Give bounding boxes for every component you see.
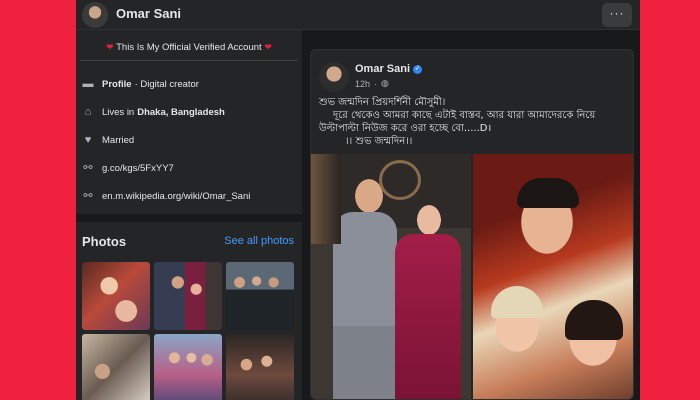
- post-text-line: শুভ জন্মদিন প্রিয়দর্শিনী মৌসুমী।: [319, 97, 446, 108]
- globe-icon: ◍: [381, 78, 389, 88]
- photo-detail: [517, 178, 579, 208]
- post-author-avatar[interactable]: [319, 62, 349, 92]
- post-text: শুভ জন্মদিন প্রিয়দর্শিনী মৌসুমী। দূরে থ…: [319, 96, 627, 148]
- photo-thumbnail[interactable]: [82, 334, 150, 400]
- intro-item-text: · Digital creator: [134, 78, 199, 90]
- post-photo-couple[interactable]: [311, 154, 471, 399]
- more-options-button[interactable]: ···: [602, 3, 632, 27]
- facebook-profile-screen: Omar Sani ··· ❤ This Is My Official Veri…: [76, 0, 640, 400]
- profile-name[interactable]: Omar Sani: [116, 6, 181, 21]
- photo-thumbnail[interactable]: [154, 262, 222, 330]
- photo-thumbnail[interactable]: [226, 334, 294, 400]
- bio-text: ❤ This Is My Official Verified Account ❤: [76, 42, 302, 53]
- post-photo-family[interactable]: [473, 154, 633, 399]
- intro-item-profile: ▬ Profile · Digital creator: [82, 76, 199, 92]
- post-card: Omar Sani ✓ 12h · ◍ শুভ জন্মদিন প্রিয়দর…: [310, 49, 634, 400]
- avatar[interactable]: [82, 2, 108, 28]
- heart-icon: ❤: [106, 42, 114, 52]
- location-link[interactable]: Dhaka, Bangladesh: [137, 107, 225, 118]
- post-author-name[interactable]: Omar Sani: [355, 63, 410, 75]
- photo-detail: [565, 300, 623, 340]
- intro-item-text: Married: [102, 134, 135, 146]
- photos-card: Photos See all photos: [76, 222, 302, 400]
- intro-item-text: Lives in: [102, 106, 135, 118]
- photos-title[interactable]: Photos: [82, 234, 126, 249]
- verified-badge-icon: ✓: [413, 64, 423, 74]
- dot-separator: ·: [374, 78, 378, 89]
- post-timestamp[interactable]: 12h: [355, 79, 370, 89]
- photo-detail: [491, 286, 543, 318]
- bio-label: This Is My Official Verified Account: [116, 42, 262, 53]
- post-text-line: দূরে থেকেও আমরা কাছে এটাই বাস্তব, আর যার…: [333, 110, 596, 121]
- intro-item-link-2[interactable]: ⚯ en.m.wikipedia.org/wiki/Omar_Sani: [82, 188, 250, 204]
- link-icon: ⚯: [83, 162, 93, 174]
- intro-item-link-1[interactable]: ⚯ g.co/kgs/5FxYY7: [82, 160, 174, 176]
- photo-grid: [82, 262, 294, 400]
- post-text-line: উল্টাপাল্টা নিউজ করে ওরা হচ্ছে বো.....D।: [319, 123, 492, 134]
- home-icon: ⌂: [84, 106, 92, 118]
- post-meta: 12h · ◍: [355, 78, 389, 89]
- profile-top-bar: Omar Sani ···: [76, 0, 640, 30]
- intro-card: ❤ This Is My Official Verified Account ❤…: [76, 30, 302, 214]
- heart-icon: ♥: [84, 134, 92, 146]
- photo-thumbnail[interactable]: [226, 262, 294, 330]
- see-all-photos-link[interactable]: See all photos: [224, 235, 294, 247]
- intro-item-location: ⌂ Lives in Dhaka, Bangladesh: [82, 104, 228, 120]
- link-icon: ⚯: [83, 190, 93, 202]
- heart-icon: ❤: [264, 42, 272, 52]
- intro-item-bold: Profile: [102, 78, 132, 90]
- background-decor: [379, 160, 421, 200]
- post-author[interactable]: Omar Sani ✓: [355, 63, 423, 75]
- intro-item-relationship: ♥ Married: [82, 132, 134, 148]
- post-text-line: ।। শুভ জন্মদিন।।: [345, 136, 413, 147]
- briefcase-icon: ▬: [82, 78, 94, 90]
- intro-link-text[interactable]: g.co/kgs/5FxYY7: [102, 163, 174, 174]
- photo-thumbnail[interactable]: [82, 262, 150, 330]
- background-decor: [311, 154, 341, 244]
- photo-thumbnail[interactable]: [154, 334, 222, 400]
- intro-link-text[interactable]: en.m.wikipedia.org/wiki/Omar_Sani: [102, 191, 250, 202]
- divider: [80, 60, 298, 61]
